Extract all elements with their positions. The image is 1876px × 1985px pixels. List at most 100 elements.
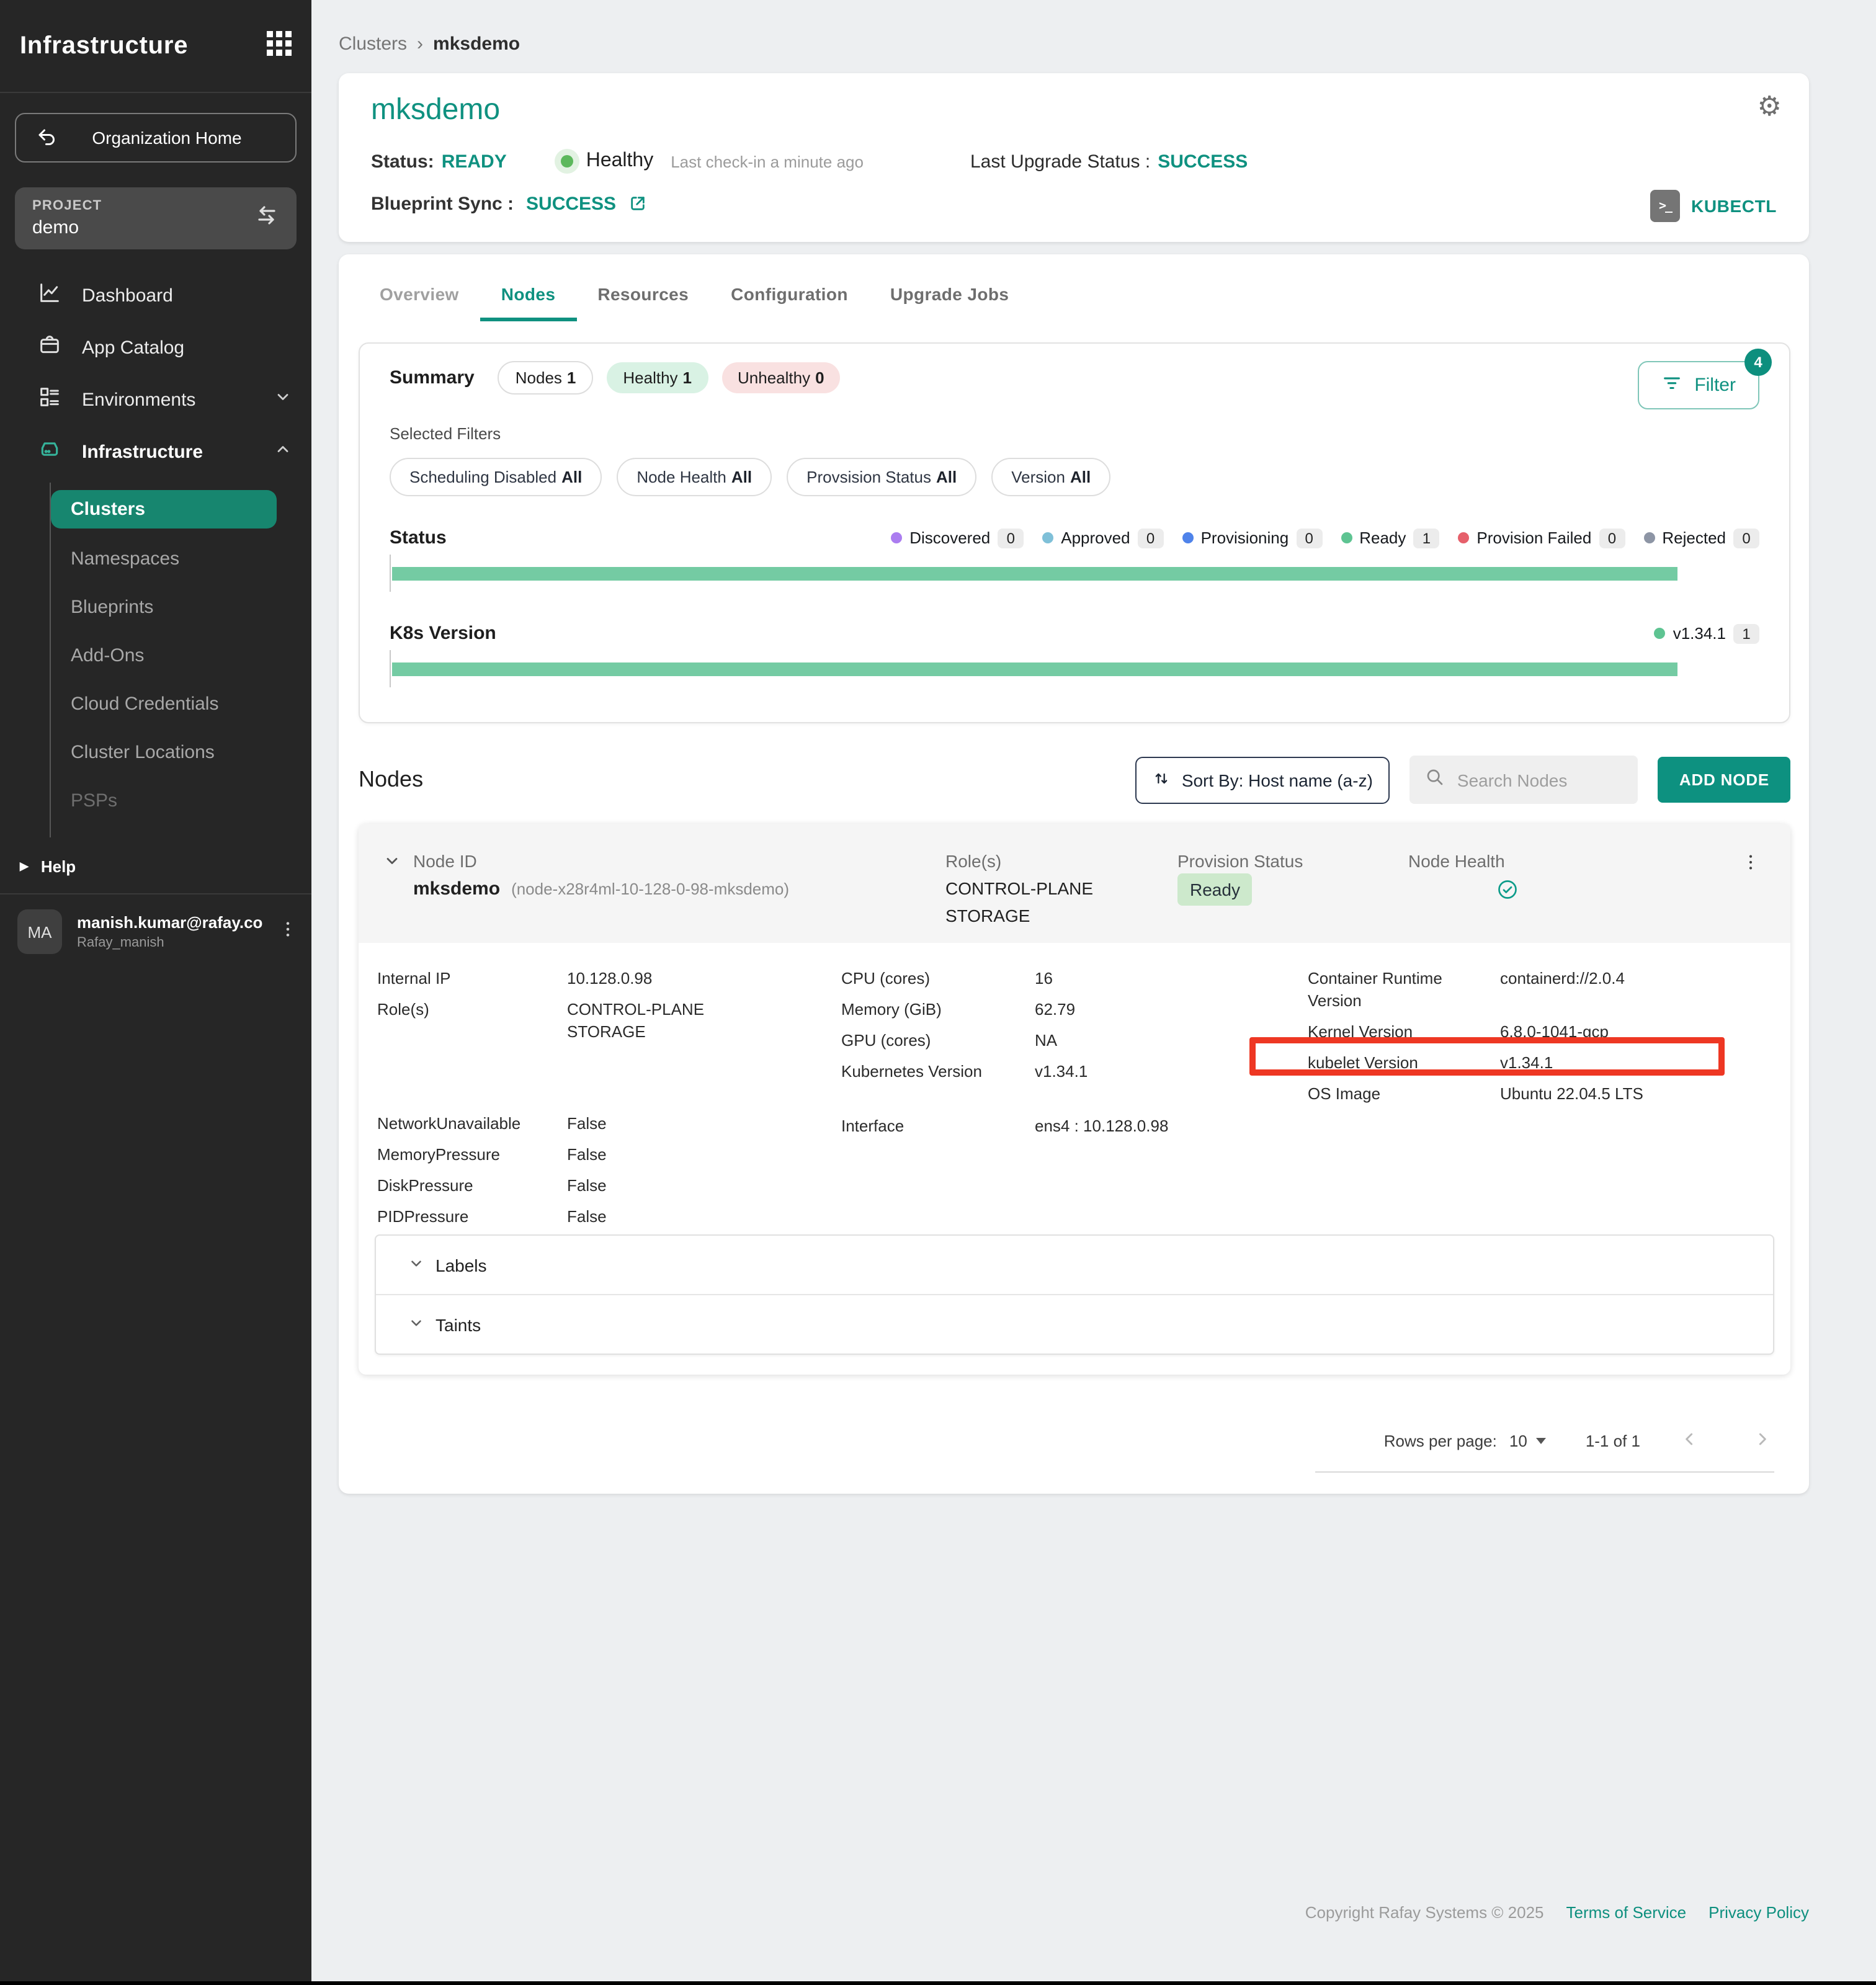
node-details-col2: CPU (cores)16 Memory (GiB)62.79 GPU (cor… (841, 968, 1269, 1146)
chip-provision-status[interactable]: Provsision StatusAll (787, 458, 976, 496)
search-nodes-input[interactable] (1455, 769, 1624, 791)
interface-value: ens4 : 10.128.0.98 (1035, 1115, 1168, 1138)
node-id-suffix: (node-x28r4ml-10-128-0-98-mksdemo) (511, 880, 789, 898)
sidebar-item-infrastructure[interactable]: Infrastructure (0, 426, 311, 478)
container-runtime-value: containerd://2.0.4 (1500, 968, 1625, 1012)
tab-nodes[interactable]: Nodes (480, 272, 577, 321)
chip-version[interactable]: VersionAll (991, 458, 1110, 496)
blueprint-sync-label: Blueprint Sync : (371, 193, 514, 214)
sidebar-item-label: Namespaces (71, 548, 179, 569)
apps-grid-icon[interactable] (267, 30, 292, 61)
search-nodes-box (1410, 756, 1638, 804)
node-role-2: STORAGE (945, 906, 1030, 926)
sidebar-item-environments[interactable]: Environments (0, 373, 311, 426)
organization-home-button[interactable]: Organization Home (15, 113, 297, 163)
column-provision-status: Provision Status (1177, 851, 1303, 871)
sidebar-item-label: Cluster Locations (71, 742, 215, 763)
cpu-value: 16 (1035, 968, 1053, 990)
sidebar-item-label: App Catalog (82, 337, 184, 358)
sidebar-item-dashboard[interactable]: Dashboard (0, 269, 311, 321)
sidebar-item-label: Dashboard (82, 285, 173, 306)
last-checkin-text: Last check-in a minute ago (671, 152, 864, 171)
column-roles: Role(s) (945, 851, 1001, 871)
tab-upgrade-jobs[interactable]: Upgrade Jobs (869, 272, 1030, 321)
sidebar-item-cloud-credentials[interactable]: Cloud Credentials (51, 680, 311, 728)
node-menu-kebab-icon[interactable] (1741, 851, 1761, 877)
switch-project-icon[interactable] (254, 203, 279, 234)
node-name: mksdemo (413, 878, 500, 899)
healthy-count-pill: Healthy1 (607, 362, 708, 393)
next-page-icon[interactable] (1752, 1429, 1772, 1453)
sort-arrows-icon (1153, 769, 1171, 791)
sidebar-item-clusters[interactable]: Clusters (51, 490, 277, 529)
summary-panel: Summary Nodes1 Healthy1 Unhealthy0 Filte… (359, 342, 1790, 723)
disk-pressure-value: False (567, 1175, 607, 1197)
tab-resources[interactable]: Resources (576, 272, 710, 321)
last-upgrade-label: Last Upgrade Status : (970, 151, 1150, 172)
filter-button[interactable]: Filter (1637, 361, 1759, 409)
approved-dot-icon (1042, 532, 1053, 543)
nodes-section-title: Nodes (359, 767, 423, 793)
chevron-down-icon (274, 388, 292, 411)
tab-overview[interactable]: Overview (359, 272, 480, 321)
sidebar-item-psps[interactable]: PSPs (51, 777, 311, 825)
health-value: Healthy (586, 150, 654, 172)
filter-icon (1661, 372, 1682, 398)
memory-value: 62.79 (1035, 999, 1075, 1021)
settings-gear-icon[interactable]: ⚙ (1758, 93, 1782, 120)
gpu-value: NA (1035, 1030, 1057, 1052)
rows-per-page-select[interactable]: 10 (1509, 1432, 1546, 1450)
add-node-button[interactable]: ADD NODE (1658, 757, 1790, 803)
user-email: manish.kumar@rafay.co (77, 913, 262, 932)
unhealthy-count-pill: Unhealthy0 (721, 362, 841, 393)
terminal-icon: >_ (1650, 190, 1680, 222)
user-menu-kebab-icon[interactable] (277, 917, 297, 946)
tab-configuration[interactable]: Configuration (710, 272, 869, 321)
column-node-health: Node Health (1408, 851, 1505, 871)
node-details: Internal IP10.128.0.98 Role(s)CONTROL-PL… (359, 943, 1790, 1234)
health-check-circle-icon (1496, 878, 1519, 904)
organization-home-label: Organization Home (76, 128, 258, 148)
sidebar-item-app-catalog[interactable]: App Catalog (0, 321, 311, 373)
sidebar-header: Infrastructure (0, 0, 311, 93)
node-details-col3: Container Runtime Versioncontainerd://2.… (1308, 968, 1829, 1114)
previous-page-icon[interactable] (1680, 1429, 1700, 1453)
breadcrumb: Clusters › mksdemo (311, 0, 1876, 55)
sidebar-item-label: Clusters (71, 499, 145, 520)
project-name: demo (32, 217, 254, 238)
filter-label: Filter (1694, 375, 1736, 396)
labels-expander[interactable]: Labels (376, 1236, 1773, 1294)
collapse-chevron-icon[interactable] (383, 852, 401, 873)
rejected-dot-icon (1643, 532, 1655, 543)
healthy-dot-icon (561, 155, 574, 167)
project-selector[interactable]: PROJECT demo (15, 187, 297, 249)
sidebar-menu: Dashboard App Catalog Environments Infra… (0, 269, 311, 837)
chip-scheduling-disabled[interactable]: Scheduling DisabledAll (390, 458, 602, 496)
terms-of-service-link[interactable]: Terms of Service (1566, 1903, 1687, 1922)
screen-bottom-edge (0, 1981, 1876, 1985)
status-legend: Discovered0 Approved0 Provisioning0 Read… (891, 528, 1759, 548)
node-row-header[interactable]: Node ID mksdemo (node-x28r4ml-10-128-0-9… (359, 824, 1790, 943)
status-label: Status: (371, 151, 434, 172)
privacy-policy-link[interactable]: Privacy Policy (1708, 1903, 1809, 1922)
pagination: Rows per page: 10 1-1 of 1 (339, 1429, 1809, 1453)
taints-expander[interactable]: Taints (376, 1294, 1773, 1354)
external-link-icon[interactable] (627, 194, 647, 213)
ready-dot-icon (1341, 532, 1352, 543)
sidebar-item-namespaces[interactable]: Namespaces (51, 535, 311, 583)
sidebar-item-blueprints[interactable]: Blueprints (51, 583, 311, 631)
sort-by-button[interactable]: Sort By: Host name (a-z) (1136, 756, 1390, 803)
chip-node-health[interactable]: Node HealthAll (617, 458, 772, 496)
help-expander[interactable]: ▶ Help (0, 857, 311, 876)
sidebar-item-label: PSPs (71, 790, 117, 811)
chevron-up-icon (274, 440, 292, 463)
sidebar-item-cluster-locations[interactable]: Cluster Locations (51, 728, 311, 777)
user-org: Rafay_manish (77, 935, 262, 950)
dropdown-caret-icon (1536, 1438, 1546, 1444)
breadcrumb-clusters-link[interactable]: Clusters (339, 33, 407, 55)
sidebar-item-label: Environments (82, 389, 195, 410)
sidebar-item-add-ons[interactable]: Add-Ons (51, 631, 311, 680)
user-profile[interactable]: MA manish.kumar@rafay.co Rafay_manish (0, 893, 311, 974)
kubectl-button[interactable]: >_ KUBECTL (1650, 190, 1777, 222)
last-upgrade-value: SUCCESS (1158, 151, 1248, 172)
